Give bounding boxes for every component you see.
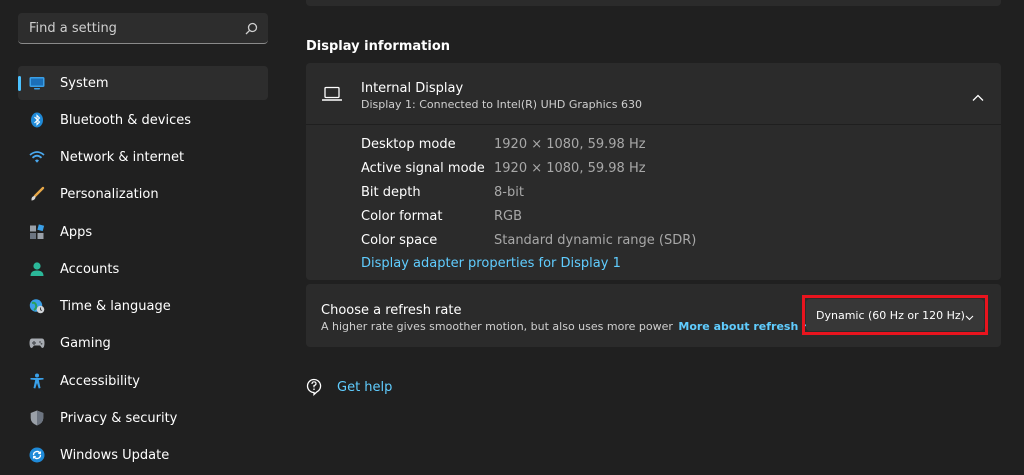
brush-icon <box>29 186 45 202</box>
bit-depth-label: Bit depth <box>361 185 421 200</box>
sidebar-item-label: Apps <box>60 224 93 240</box>
get-help-label: Get help <box>337 379 393 395</box>
bit-depth-value: 8-bit <box>494 185 524 200</box>
gamepad-icon <box>29 335 45 351</box>
sidebar-item-label: Accessibility <box>60 373 140 389</box>
previous-settings-card <box>306 0 1001 6</box>
section-title: Display information <box>306 39 451 54</box>
chevron-down-icon <box>965 306 974 325</box>
bluetooth-icon <box>29 112 45 128</box>
active-signal-mode-value: 1920 × 1080, 59.98 Hz <box>494 161 646 176</box>
search-input[interactable]: Find a setting <box>29 21 244 36</box>
globe-clock-icon <box>29 298 45 314</box>
search-icon[interactable] <box>244 21 258 35</box>
sidebar-item-network[interactable]: Network & internet <box>18 140 268 174</box>
display-name: Internal Display <box>361 81 464 96</box>
display-subtitle: Display 1: Connected to Intel(R) UHD Gra… <box>361 98 642 111</box>
person-icon <box>29 261 45 277</box>
chevron-up-icon[interactable] <box>972 87 984 106</box>
sidebar-item-windows-update[interactable]: Windows Update <box>18 438 268 472</box>
sidebar-item-accounts[interactable]: Accounts <box>18 252 268 286</box>
sidebar-item-label: Personalization <box>60 186 159 202</box>
display-card-header[interactable]: Internal Display Display 1: Connected to… <box>306 63 1001 125</box>
apps-icon <box>29 224 45 240</box>
system-icon <box>29 75 45 91</box>
color-format-value: RGB <box>494 209 523 224</box>
active-signal-mode-label: Active signal mode <box>361 161 485 176</box>
search-box[interactable]: Find a setting <box>18 13 268 44</box>
sidebar-item-accessibility[interactable]: Accessibility <box>18 364 268 398</box>
laptop-icon <box>321 86 343 106</box>
sidebar-item-label: Bluetooth & devices <box>60 112 191 128</box>
get-help-link[interactable]: Get help <box>306 378 392 396</box>
sidebar-item-label: System <box>60 75 109 91</box>
desktop-mode-value: 1920 × 1080, 59.98 Hz <box>494 137 646 152</box>
settings-window: Find a setting System Bluetooth & device… <box>0 0 1024 475</box>
refresh-rate-title: Choose a refresh rate <box>321 303 462 318</box>
sidebar-item-label: Gaming <box>60 335 111 351</box>
sidebar: Find a setting System Bluetooth & device… <box>0 0 290 475</box>
sidebar-item-label: Windows Update <box>60 447 170 463</box>
shield-icon <box>29 410 45 426</box>
sidebar-item-apps[interactable]: Apps <box>18 215 268 249</box>
sidebar-item-label: Network & internet <box>60 149 185 165</box>
display-adapter-properties-link[interactable]: Display adapter properties for Display 1 <box>361 256 621 271</box>
selection-indicator <box>18 76 21 91</box>
sidebar-item-gaming[interactable]: Gaming <box>18 326 268 360</box>
desktop-mode-label: Desktop mode <box>361 137 456 152</box>
refresh-rate-selected-value: Dynamic (60 Hz or 120 Hz) <box>816 308 965 322</box>
sidebar-item-system[interactable]: System <box>18 66 268 100</box>
accessibility-icon <box>29 373 45 389</box>
refresh-rate-description-row: A higher rate gives smoother motion, but… <box>321 320 828 333</box>
refresh-rate-dropdown[interactable]: Dynamic (60 Hz or 120 Hz) <box>806 299 984 331</box>
refresh-rate-description: A higher rate gives smoother motion, but… <box>321 320 673 333</box>
sidebar-item-privacy-security[interactable]: Privacy & security <box>18 401 268 435</box>
color-space-value: Standard dynamic range (SDR) <box>494 233 697 248</box>
display-info-card: Internal Display Display 1: Connected to… <box>306 63 1001 280</box>
wifi-icon <box>29 149 45 165</box>
color-space-label: Color space <box>361 233 438 248</box>
sidebar-item-bluetooth[interactable]: Bluetooth & devices <box>18 103 268 137</box>
color-format-label: Color format <box>361 209 443 224</box>
refresh-rate-card: Choose a refresh rate A higher rate give… <box>306 284 1001 347</box>
sidebar-item-label: Accounts <box>60 261 120 277</box>
update-icon <box>29 447 45 463</box>
sidebar-item-time-language[interactable]: Time & language <box>18 289 268 323</box>
help-icon <box>306 378 324 396</box>
sidebar-item-personalization[interactable]: Personalization <box>18 177 268 211</box>
sidebar-item-label: Time & language <box>60 298 171 314</box>
sidebar-item-label: Privacy & security <box>60 410 178 426</box>
